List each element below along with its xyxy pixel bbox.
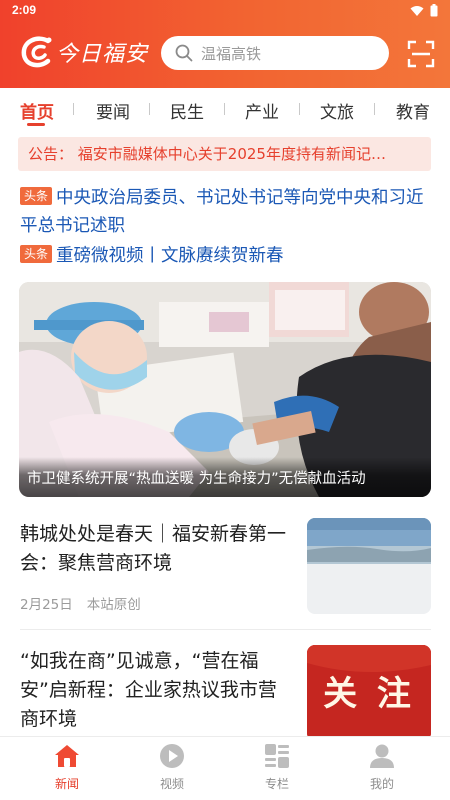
bottom-navigation: 新闻 视频 专栏 我的 [0,736,450,800]
category-tabs: 首页 要闻 民生 产业 文旅 教育 [0,92,450,130]
hero-caption: 市卫健系统开展“热血送暖 为生命接力”无偿献血活动 [19,457,431,497]
hero-feature-card[interactable]: 市卫健系统开展“热血送暖 为生命接力”无偿献血活动 [19,282,431,497]
logo-text: 今日福安 [56,42,149,67]
article-title: “如我在商”见诚意，“营在福安”启新程：企业家热议我市营商环境 [20,650,277,730]
headline-badge: 头条 [20,245,53,263]
wifi-icon [410,5,424,16]
nav-video[interactable]: 视频 [127,743,217,792]
tab-education[interactable]: 教育 [396,98,430,123]
tab-news[interactable]: 要闻 [96,98,130,123]
tab-divider [149,103,150,115]
tab-divider [73,103,74,115]
user-icon [370,744,394,768]
tab-active-indicator [27,123,45,126]
article-source: 本站原创 [86,597,141,613]
headline-text: 中央政治局委员、书记处书记等向党中央和习近平总书记述职 [20,188,424,236]
app-header: 2:09 今日福安 温福高铁 [0,0,450,88]
headline-item[interactable]: 头条 重磅微视频丨文脉赓续贺新春 [20,242,432,270]
article-title: 韩城处处是春天｜福安新春第一会：聚焦营商环境 [20,523,287,574]
nav-mine[interactable]: 我的 [337,743,427,792]
nav-label: 我的 [369,777,394,791]
article-thumbnail: 关 注 [307,645,431,741]
status-time: 2:09 [12,3,37,17]
tab-divider [224,103,225,115]
status-icons [410,4,438,17]
columns-icon [265,744,289,768]
nav-news[interactable]: 新闻 [22,743,112,792]
follow-thumbnail-text: 关 注 [323,674,415,714]
play-icon [160,744,184,768]
announcement-banner[interactable]: 公告： 福安市融媒体中心关于2025年度持有新闻记… [18,137,431,171]
article-card[interactable]: 韩城处处是春天｜福安新春第一会：聚焦营商环境 2月25日 本站原创 [0,518,450,628]
list-divider [20,629,431,630]
nav-label: 视频 [159,777,184,791]
headline-text: 重磅微视频丨文脉赓续贺新春 [56,246,284,266]
article-thumbnail [307,518,431,614]
home-icon [55,745,79,767]
search-input[interactable]: 温福高铁 [161,36,389,70]
logo-mark-icon [21,36,52,68]
landscape-thumbnail [307,518,431,614]
tab-livelihood[interactable]: 民生 [170,98,204,123]
search-placeholder: 温福高铁 [201,44,262,63]
scan-icon[interactable] [406,39,436,69]
article-card[interactable]: “如我在商”见诚意，“营在福安”启新程：企业家热议我市营商环境 关 注 [0,645,450,741]
search-icon [175,44,193,62]
nav-label: 新闻 [54,777,79,791]
headline-badge: 头条 [20,187,53,205]
tab-divider [299,103,300,115]
app-logo[interactable]: 今日福安 [18,34,148,70]
article-date: 2月25日 [20,597,73,613]
tab-divider [374,103,375,115]
tab-culture-tourism[interactable]: 文旅 [320,98,354,123]
status-bar: 2:09 [0,0,450,22]
nav-label: 专栏 [264,777,289,791]
nav-columns[interactable]: 专栏 [232,743,322,792]
follow-thumbnail: 关 注 [307,645,431,741]
tab-industry[interactable]: 产业 [245,98,279,123]
headline-item[interactable]: 头条 中央政治局委员、书记处书记等向党中央和习近平总书记述职 [20,184,432,240]
tab-home[interactable]: 首页 [20,98,54,123]
article-meta: 2月25日 本站原创 [20,593,141,613]
battery-icon [430,4,438,17]
